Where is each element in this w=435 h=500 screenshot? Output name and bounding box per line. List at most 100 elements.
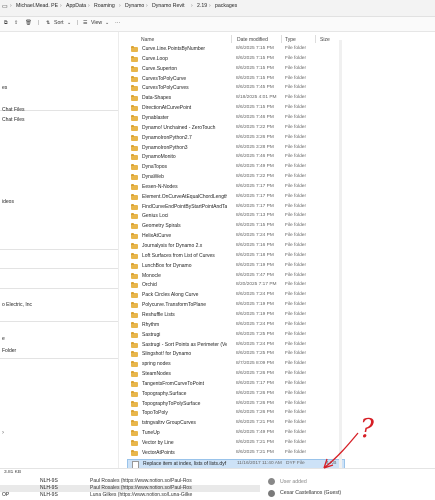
column-divider[interactable] <box>231 35 232 43</box>
file-date: 8/6/2025 7:26 PM <box>236 400 274 406</box>
breadcrumb-item[interactable]: Roaming <box>94 3 115 9</box>
folder-row[interactable]: DynamoMonito 8/6/2025 7:46 PM File folder <box>127 153 343 162</box>
copy-icon[interactable]: ⧉ <box>4 20 8 27</box>
file-name: DynamoIronPython3 <box>142 144 188 151</box>
sort-icon[interactable]: ⇅ <box>46 20 50 26</box>
folder-row[interactable]: LunchBox for Dynamo 8/6/2025 7:19 PM File … <box>127 262 343 271</box>
folder-row[interactable]: TopographyToPolySurface 8/6/2025 7:26 PM F… <box>127 400 343 409</box>
column-date[interactable]: Date modified <box>237 37 268 43</box>
folder-icon <box>131 449 138 456</box>
folder-row[interactable]: Curve.Superton 8/6/2025 7:15 PM File folde… <box>127 65 343 74</box>
folder-row[interactable]: DynamoIronPython3 8/6/2025 3:28 PM File fo… <box>127 144 343 153</box>
breadcrumb-item[interactable]: 2.19 <box>197 3 207 9</box>
nav-item[interactable]: es <box>2 85 7 91</box>
folder-row[interactable]: FindCurveEndPointByStartPointAndTang... 8… <box>127 203 343 212</box>
folder-row[interactable]: Rhythm 8/6/2025 7:24 PM File folder <box>127 321 343 330</box>
folder-row[interactable]: Reshuffle Lists 8/6/2025 7:19 PM File fold… <box>127 311 343 320</box>
folder-row[interactable]: SteamNodes 8/6/2025 7:26 PM File folder <box>127 370 343 379</box>
file-type: File folder <box>285 144 307 150</box>
folder-row[interactable]: Curve.Loop 8/6/2025 7:15 PM File folder <box>127 55 343 64</box>
file-type: File folder <box>285 262 307 268</box>
chevron-down-icon[interactable]: ⌄ <box>67 20 71 26</box>
expand-icon[interactable]: › <box>2 430 4 436</box>
nav-item[interactable]: Chat Files <box>2 117 25 123</box>
folder-row[interactable]: Sastrugi - Sort Points as Perimeter (Ver… <box>127 341 343 350</box>
nav-item[interactable]: Folder <box>2 348 16 354</box>
column-divider[interactable] <box>281 35 282 43</box>
file-type: File folder <box>285 105 307 111</box>
folder-row[interactable]: Genius Loci 8/6/2025 7:13 PM File folder <box>127 212 343 221</box>
folder-row[interactable]: TangentsFromCurveToPoint 8/6/2025 7:17 PM… <box>127 380 343 389</box>
file-name: Slingshot! for Dynamo <box>142 351 192 358</box>
folder-row[interactable]: CurvesToPolyCurves 8/6/2025 7:45 PM File f… <box>127 84 343 93</box>
file-date: 8/20/2025 7:17 PM <box>236 282 277 288</box>
folder-row[interactable]: Element.OnCurveAtEqualChordLength 8/6/202… <box>127 193 343 202</box>
table-row[interactable]: NLH-9S Paul Rosales (https://www.notion.… <box>0 478 260 485</box>
file-type: File folder <box>285 95 307 101</box>
folder-row[interactable]: Topography.Surface 8/6/2025 7:26 PM File f… <box>127 390 343 399</box>
folder-row[interactable]: Data-Shapes 8/18/2025 4:01 PM File folder <box>127 94 343 103</box>
more-options-button[interactable]: ··· <box>115 20 120 26</box>
file-date: 8/6/2025 3:26 PM <box>236 134 274 140</box>
view-button[interactable]: View <box>91 20 102 26</box>
folder-row[interactable]: Slingshot! for Dynamo 8/6/2025 7:25 PM Fil… <box>127 350 343 359</box>
file-date: 8/6/2025 7:16 PM <box>236 243 274 248</box>
sort-button[interactable]: Sort <box>54 20 64 26</box>
folder-row[interactable]: spring nodes 8/7/2025 8:09 PM File folder <box>127 360 343 369</box>
nav-item[interactable]: ideos <box>2 199 14 205</box>
breadcrumb-item[interactable]: Michael.Mead. PE <box>16 3 58 9</box>
column-name[interactable]: Name <box>141 37 154 43</box>
file-date: 8/6/2025 7:46 PM <box>236 114 274 120</box>
file-date: 8/6/2025 7:15 PM <box>236 55 274 61</box>
comment-meta: User added <box>280 479 307 485</box>
folder-icon <box>131 105 138 112</box>
share-icon[interactable]: ⇪ <box>14 20 18 26</box>
folder-row[interactable]: DynaTopos 8/6/2025 7:49 PM File folder <box>127 163 343 172</box>
nav-item[interactable]: o Electric, Inc <box>2 302 32 308</box>
breadcrumb-item[interactable]: Dynamo <box>125 3 144 9</box>
folder-icon <box>131 183 138 190</box>
folder-row[interactable]: Journalysis for Dynamo 2.x 8/6/2025 7:16 … <box>127 242 343 251</box>
folder-row[interactable]: CurvesToPolyCurve 8/6/2025 7:15 PM File fo… <box>127 75 343 84</box>
folder-row[interactable]: Geometry Spirals 8/6/2025 7:15 PM File fol… <box>127 222 343 231</box>
folder-row[interactable]: Eesen-N-Nodes 8/6/2025 7:17 PM File folder <box>127 183 343 192</box>
folder-row[interactable]: HelixAtCurve 8/6/2025 7:24 PM File folder <box>127 232 343 241</box>
chevron-down-icon[interactable]: ⌄ <box>105 20 109 26</box>
folder-row[interactable]: Monocle 8/6/2025 7:47 PM File folder <box>127 272 343 281</box>
address-bar[interactable]: ▭ › Michael.Mead. PE › AppData › Roaming… <box>0 0 435 17</box>
folder-row[interactable]: Polycurve.TransformToPlane 8/6/2025 7:19 … <box>127 301 343 310</box>
column-type[interactable]: Type <box>285 37 296 43</box>
folder-row[interactable]: DirectionAtCurvePoint 8/6/2025 7:15 PM Fil… <box>127 104 343 113</box>
folder-row[interactable]: DynamoIronPython2.7 8/6/2025 3:26 PM File … <box>127 134 343 143</box>
scrollbar[interactable] <box>339 40 342 468</box>
folder-row[interactable]: Loft Surfaces from List of Curves 8/6/202… <box>127 252 343 261</box>
folder-row[interactable]: Dynablaster 8/6/2025 7:46 PM File folder <box>127 114 343 123</box>
breadcrumb-item[interactable]: packages <box>215 3 237 9</box>
file-date: 8/6/2025 7:19 PM <box>236 302 274 308</box>
nav-divider <box>0 288 118 289</box>
file-date: 8/6/2025 7:24 PM <box>236 341 274 347</box>
file-name: Topography.Surface <box>142 390 187 397</box>
folder-row[interactable]: DynaWeb 8/6/2025 7:22 PM File folder <box>127 173 343 182</box>
file-type: File folder <box>285 371 307 377</box>
file-date: 11/16/2017 11:40 AM <box>237 460 282 466</box>
folder-row[interactable]: Orchid 8/20/2025 7:17 PM File folder <box>127 281 343 290</box>
file-type: File folder <box>285 311 307 317</box>
nav-item[interactable]: e <box>2 336 5 342</box>
nav-item[interactable]: Chat Files <box>2 107 25 113</box>
folder-icon <box>131 85 138 92</box>
view-icon[interactable]: ☰ <box>83 20 88 26</box>
column-size[interactable]: Size <box>320 37 330 43</box>
column-divider[interactable] <box>315 35 316 43</box>
folder-row[interactable]: Sastrugi 8/6/2025 7:25 PM File folder <box>127 331 343 340</box>
folder-icon <box>131 341 138 348</box>
breadcrumb-item[interactable]: Dynamo Revit <box>152 3 185 9</box>
table-row[interactable]: NLH-9S Paul Rosales (https://www.notion.… <box>0 485 260 492</box>
table-row[interactable]: OP NLH-9S Luna Gilkes (https://www.notio… <box>0 492 260 499</box>
breadcrumb-item[interactable]: AppData <box>66 3 86 9</box>
folder-row[interactable]: Dynamo! Unchained - ZeroTouch 8/6/2025 7:… <box>127 124 343 133</box>
folder-row[interactable]: Pack Circles Along Curve 8/6/2025 7:24 PM… <box>127 291 343 300</box>
file-date: 8/6/2025 7:18 PM <box>236 252 274 258</box>
delete-icon[interactable]: 🗑 <box>25 20 32 26</box>
folder-row[interactable]: Curve.Line.PointsByNumber 8/6/2025 7:15 P… <box>127 45 343 54</box>
